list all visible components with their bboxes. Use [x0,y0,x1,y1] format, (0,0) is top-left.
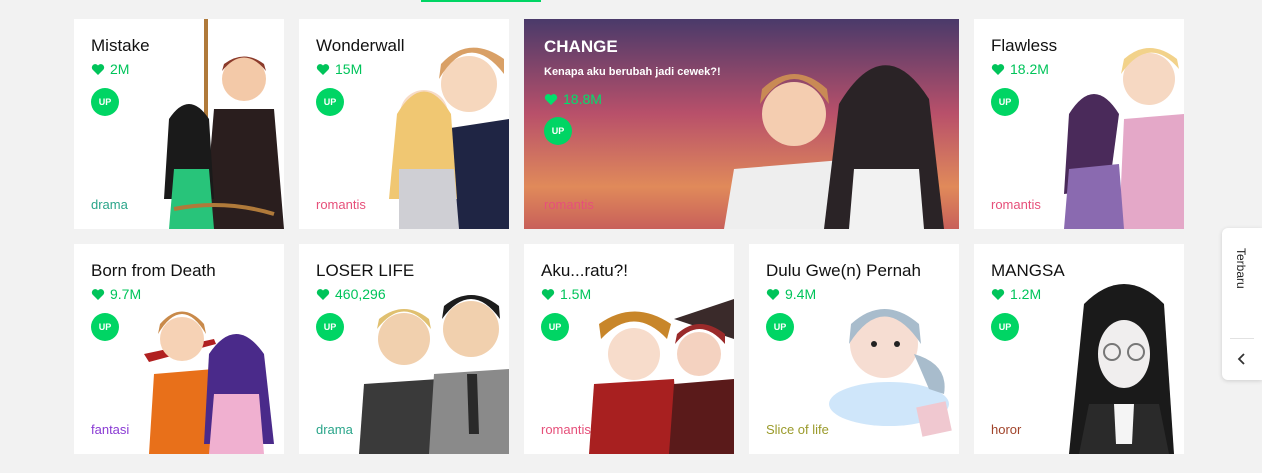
like-count: 1.2M [991,286,1041,302]
chevron-left-icon[interactable] [1236,352,1248,366]
like-count: 460,296 [316,286,386,302]
comic-card-wonderwall[interactable]: Wonderwall 15M UP romantis [299,19,509,229]
genre-label: romantis [544,197,594,212]
genre-label: romantis [316,197,366,212]
update-badge: UP [544,117,572,145]
cover-art [1054,244,1184,454]
comic-title: Aku...ratu?! [541,261,628,280]
genre-label: Slice of life [766,422,829,437]
active-tab-indicator [421,0,541,2]
genre-label: horor [991,422,1022,437]
heart-icon [91,63,105,75]
comic-title: MANGSA [991,261,1065,280]
update-badge: UP [316,88,344,116]
comic-card-loser-life[interactable]: LOSER LIFE 460,296 UP drama [299,244,509,454]
like-count-value: 1.5M [560,286,592,302]
comic-title: Wonderwall [316,36,405,55]
like-count-value: 2M [110,61,130,77]
heart-icon [544,93,558,105]
like-count-value: 9.7M [110,286,142,302]
genre-label: fantasi [91,422,130,437]
like-count: 15M [316,61,362,77]
genre-label: drama [316,422,353,437]
comic-card-mistake[interactable]: Mistake 2M UP drama [74,19,284,229]
heart-icon [541,288,555,300]
heart-icon [991,63,1005,75]
comic-title: LOSER LIFE [316,261,415,280]
update-badge: UP [766,313,794,341]
comic-title: CHANGE [544,37,618,56]
genre-label: romantis [541,422,591,437]
update-badge: UP [991,88,1019,116]
update-badge: UP [91,88,119,116]
like-count: 18.2M [991,61,1049,77]
like-count: 2M [91,61,129,77]
comic-card-dulu-gwen-pernah[interactable]: Dulu Gwe(n) Pernah 9.4M UP Slice of life [749,244,959,454]
genre-label: drama [91,197,128,212]
comic-title: Dulu Gwe(n) Pernah [766,261,921,280]
update-badge: UP [91,313,119,341]
comic-title: Mistake [91,36,150,55]
heart-icon [316,288,330,300]
like-count: 9.7M [91,286,141,302]
comic-card-change[interactable]: CHANGE Kenapa aku berubah jadi cewek?! 1… [524,19,959,229]
cover-art [1039,19,1184,229]
cover-art [134,19,284,229]
side-tab-label[interactable]: Terbaru [1234,248,1248,289]
side-tab-divider [1230,338,1254,339]
comic-title: Flawless [991,36,1058,55]
comic-subtitle: Kenapa aku berubah jadi cewek?! [544,66,721,78]
like-count: 1.5M [541,286,591,302]
like-count-value: 460,296 [335,286,386,302]
update-badge: UP [316,313,344,341]
genre-label: romantis [991,197,1041,212]
comic-card-flawless[interactable]: Flawless 18.2M UP romantis [974,19,1184,229]
heart-icon [766,288,780,300]
heart-icon [91,288,105,300]
side-panel-tab[interactable]: Terbaru [1222,228,1262,380]
heart-icon [316,63,330,75]
like-count-value: 1.2M [1010,286,1042,302]
comic-card-born-from-death[interactable]: Born from Death 9.7M UP fantasi [74,244,284,454]
like-count-value: 9.4M [785,286,817,302]
update-badge: UP [541,313,569,341]
like-count-value: 15M [335,61,363,77]
comic-card-aku-ratu[interactable]: Aku...ratu?! 1.5M UP romantis [524,244,734,454]
like-count-value: 18.8M [563,91,602,107]
like-count: 9.4M [766,286,816,302]
comic-card-mangsa[interactable]: MANGSA 1.2M UP horor [974,244,1184,454]
update-badge: UP [991,313,1019,341]
comic-title: Born from Death [91,261,216,280]
like-count-value: 18.2M [1010,61,1049,77]
heart-icon [991,288,1005,300]
like-count: 18.8M [544,91,602,107]
